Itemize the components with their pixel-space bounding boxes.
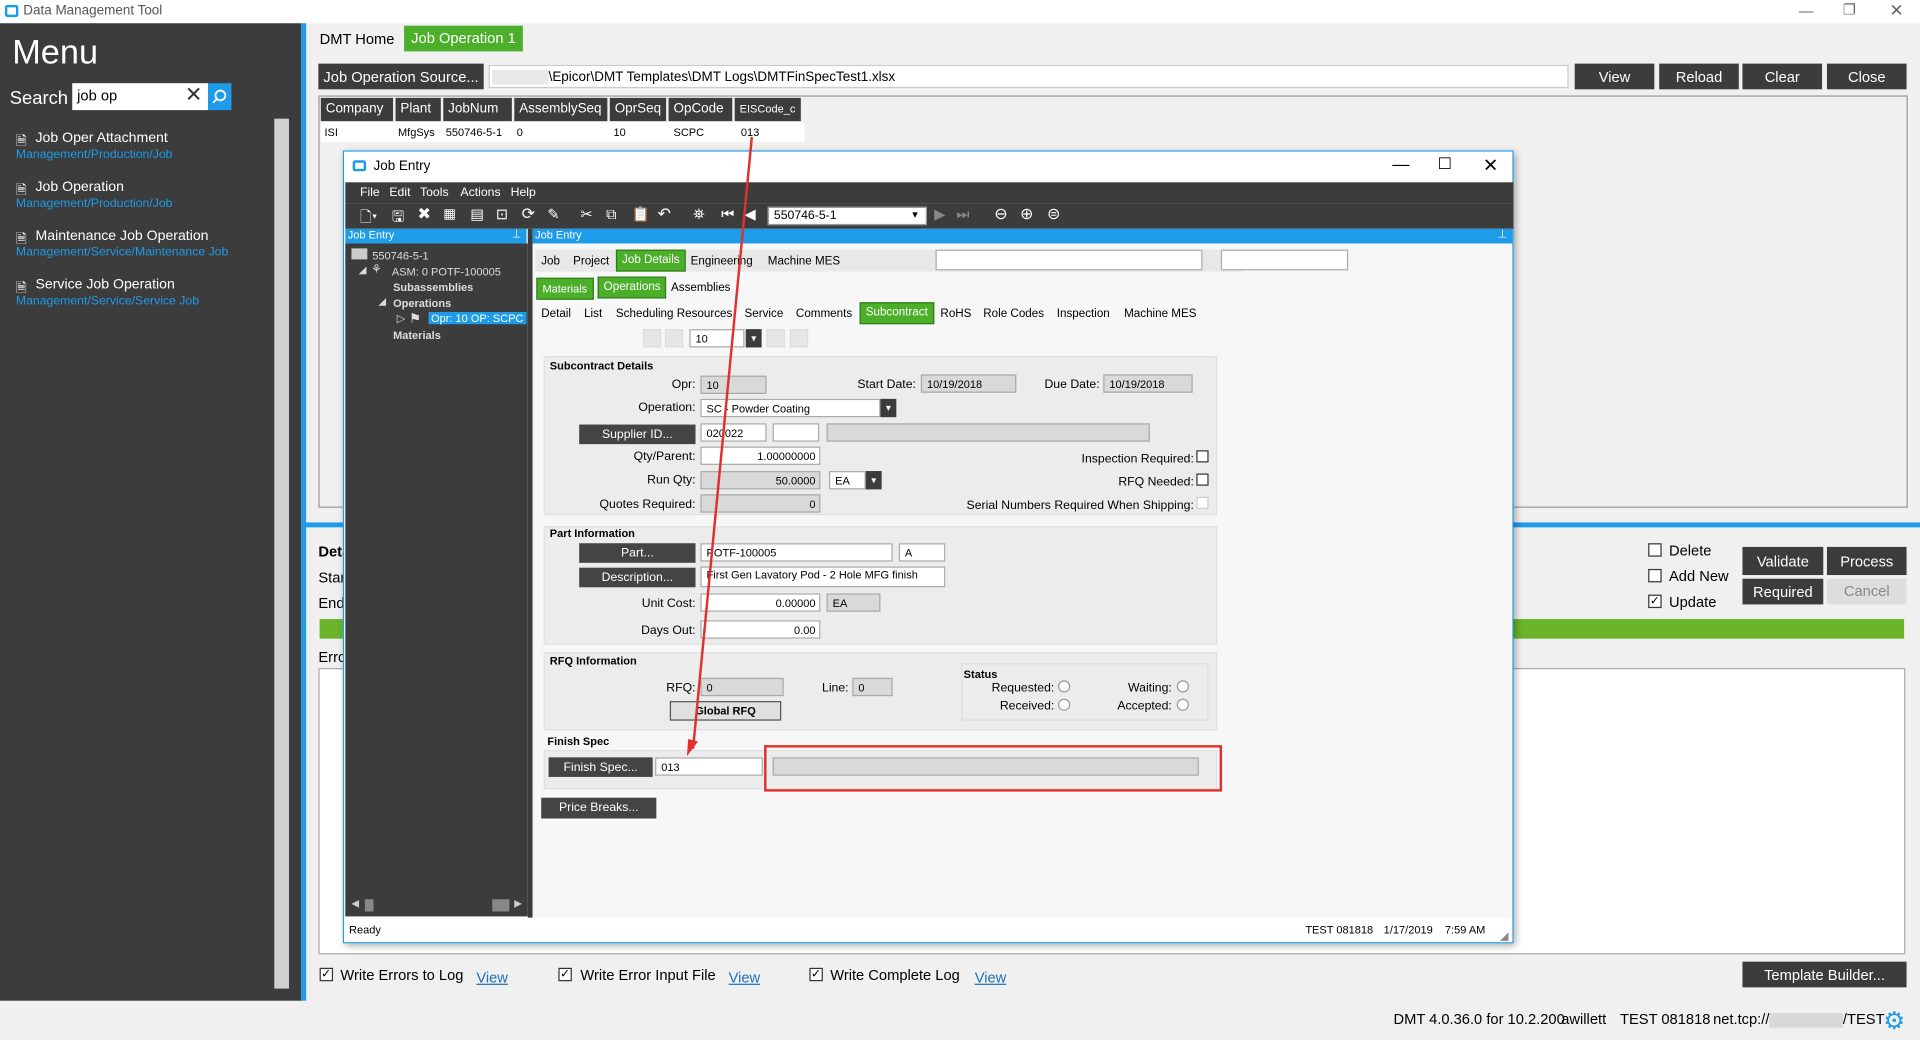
annotation-arrow — [686, 136, 754, 757]
